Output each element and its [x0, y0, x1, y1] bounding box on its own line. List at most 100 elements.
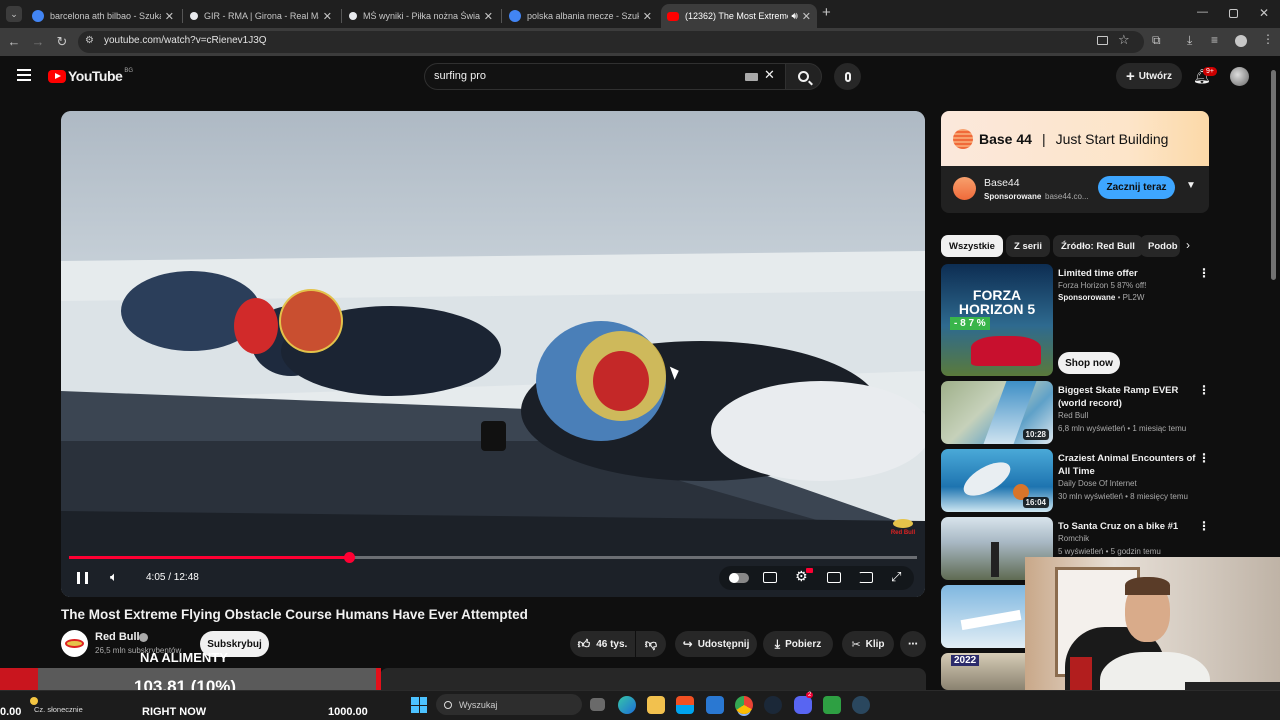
browser-menu-icon[interactable]: ⋮	[1262, 32, 1274, 46]
extensions-icon[interactable]: ⧉	[1152, 33, 1161, 48]
downloads-icon[interactable]: ⤓	[1187, 33, 1192, 48]
like-button[interactable]: 👍︎ 46 tys.	[570, 631, 635, 657]
app-icon[interactable]	[823, 696, 841, 714]
more-vertical-icon[interactable]: ⋮	[1198, 451, 1210, 465]
clip-button[interactable]: ✂ Klip	[842, 631, 894, 657]
restore-icon[interactable]	[1229, 9, 1238, 18]
store-icon[interactable]	[676, 696, 694, 714]
edge-icon[interactable]	[618, 696, 636, 714]
close-tab-icon[interactable]: ✕	[484, 10, 493, 23]
audio-playing-icon[interactable]: 🔊︎	[791, 11, 797, 22]
fullscreen-icon[interactable]: ⤢	[891, 569, 901, 585]
miniplayer-icon[interactable]	[827, 572, 841, 583]
rec-thumbnail[interactable]: FORZA HORIZON 5 - 8 7 %	[941, 264, 1053, 376]
tab-search-icon[interactable]: ⌄	[6, 6, 22, 22]
clear-search-icon[interactable]: ✕	[764, 67, 775, 83]
browser-tab-1[interactable]: barcelona ath bilbao - Szukaj w Google ✕	[26, 4, 180, 28]
chip-all[interactable]: Wszystkie	[941, 235, 1003, 257]
rec-item[interactable]: 16:04 Craziest Animal Encounters of All …	[941, 449, 1211, 512]
chip-series[interactable]: Z serii	[1006, 235, 1050, 257]
autoplay-toggle[interactable]	[729, 573, 749, 583]
pause-icon[interactable]	[77, 572, 88, 584]
close-tab-icon[interactable]: ✕	[802, 10, 811, 23]
ad-avatar-icon[interactable]	[953, 177, 976, 200]
steam-icon[interactable]	[764, 696, 782, 714]
rec-channel[interactable]: Red Bull	[1058, 411, 1088, 420]
browser-tab-2[interactable]: GIR - RMA | Girona - Real Madrid ✕	[184, 4, 338, 28]
download-icon: ⤓	[774, 636, 781, 651]
share-button[interactable]: ↪ Udostępnij	[675, 631, 757, 657]
weather-label[interactable]: Cz. słonecznie	[34, 705, 83, 714]
rec-channel[interactable]: Daily Dose Of Internet	[1058, 479, 1137, 488]
chips-next-chevron-icon[interactable]: ›	[1186, 238, 1190, 252]
weather-icon[interactable]	[30, 697, 38, 705]
create-button[interactable]: + Utwórz	[1116, 63, 1182, 89]
search-input[interactable]: surfing pro	[434, 70, 486, 82]
close-window-icon[interactable]: ✕	[1259, 6, 1269, 20]
more-vertical-icon[interactable]: ⋮	[1198, 266, 1210, 280]
subtitles-icon[interactable]	[763, 572, 777, 583]
url-text[interactable]: youtube.com/watch?v=cRienev1J3Q	[104, 35, 267, 46]
reload-icon[interactable]: ↻	[52, 28, 72, 56]
hamburger-menu-icon[interactable]	[17, 69, 31, 81]
minimize-icon[interactable]: —	[1197, 6, 1208, 18]
page-scrollbar[interactable]	[1271, 70, 1276, 280]
reading-list-icon[interactable]: ≡	[1211, 33, 1218, 47]
browser-tab-4[interactable]: polska albania mecze - Szukaj w Google ✕	[503, 4, 658, 28]
rec-thumbnail[interactable]: 16:04	[941, 449, 1053, 512]
voice-search-button[interactable]	[834, 63, 861, 90]
keyboard-icon[interactable]	[745, 73, 758, 81]
chrome-icon[interactable]	[735, 696, 753, 714]
new-tab-icon[interactable]: +	[822, 4, 831, 21]
site-info-icon[interactable]: ⚙	[85, 35, 94, 46]
steam-alt-icon[interactable]	[852, 696, 870, 714]
rec-title[interactable]: Craziest Animal Encounters of All Time	[1058, 452, 1198, 478]
rec-item-ad[interactable]: FORZA HORIZON 5 - 8 7 % Limited time off…	[941, 264, 1211, 376]
account-avatar[interactable]	[1230, 67, 1249, 86]
discord-icon[interactable]	[794, 696, 812, 714]
more-vertical-icon[interactable]: ⋮	[1198, 383, 1210, 397]
dislike-button[interactable]: 👎︎	[636, 631, 666, 657]
back-icon[interactable]: ←	[4, 28, 24, 56]
chip-source[interactable]: Źródło: Red Bull	[1053, 235, 1143, 257]
file-explorer-icon[interactable]	[647, 696, 665, 714]
close-tab-icon[interactable]: ✕	[643, 10, 652, 23]
channel-avatar[interactable]	[61, 630, 88, 657]
channel-name[interactable]: Red Bull	[95, 631, 140, 643]
ad-expand-chevron-icon[interactable]: ▼	[1186, 180, 1196, 191]
more-vertical-icon[interactable]: ⋮	[1198, 519, 1210, 533]
search-button[interactable]	[785, 63, 822, 90]
rec-item[interactable]: 10:28 Biggest Skate Ramp EVER (world rec…	[941, 381, 1211, 444]
forward-icon[interactable]: →	[28, 28, 48, 56]
ad-cta-label: Zacznij teraz	[1106, 182, 1167, 193]
chip-similar[interactable]: Podob	[1140, 235, 1180, 257]
task-view-icon[interactable]	[590, 698, 605, 711]
browser-tab-3[interactable]: MŚ wyniki - Piłka nożna Świat ✕	[343, 4, 499, 28]
shop-now-button[interactable]: Shop now	[1058, 352, 1120, 374]
install-app-icon[interactable]	[1097, 36, 1108, 45]
rec-title[interactable]: To Santa Cruz on a bike #1	[1058, 520, 1198, 533]
taskbar-search[interactable]: Wyszukaj	[436, 694, 582, 715]
close-tab-icon[interactable]: ✕	[323, 10, 332, 23]
ad-cta-button[interactable]: Zacznij teraz	[1098, 176, 1175, 199]
rec-channel[interactable]: Romchik	[1058, 534, 1089, 543]
ad-banner[interactable]: Base 44 | Just Start Building	[941, 111, 1209, 166]
close-tab-icon[interactable]: ✕	[165, 10, 174, 23]
windows-start-icon[interactable]	[411, 697, 427, 713]
seek-bar[interactable]	[69, 552, 917, 563]
download-button[interactable]: ⤓ Pobierz	[763, 631, 833, 657]
description-box[interactable]	[380, 668, 926, 690]
rec-title[interactable]: Limited time offer	[1058, 267, 1198, 280]
rec-thumbnail[interactable]: 10:28	[941, 381, 1053, 444]
cast-icon[interactable]	[859, 572, 873, 583]
video-player[interactable]: Red Bull 🔈︎ 4:05 / 12:48 ⚙ ⤢	[61, 111, 925, 597]
more-actions-button[interactable]: ⋯	[900, 631, 926, 657]
youtube-logo[interactable]: YouTube BG	[48, 68, 133, 84]
seek-handle[interactable]	[343, 552, 355, 563]
bookmark-star-icon[interactable]: ☆	[1118, 32, 1130, 48]
mail-icon[interactable]	[706, 696, 724, 714]
rec-title[interactable]: Biggest Skate Ramp EVER (world record)	[1058, 384, 1198, 410]
profile-icon[interactable]	[1235, 35, 1247, 47]
browser-tab-5-active[interactable]: (12362) The Most Extreme Flying 🔊︎ ✕	[661, 4, 817, 28]
volume-icon[interactable]: 🔈︎	[110, 569, 118, 585]
